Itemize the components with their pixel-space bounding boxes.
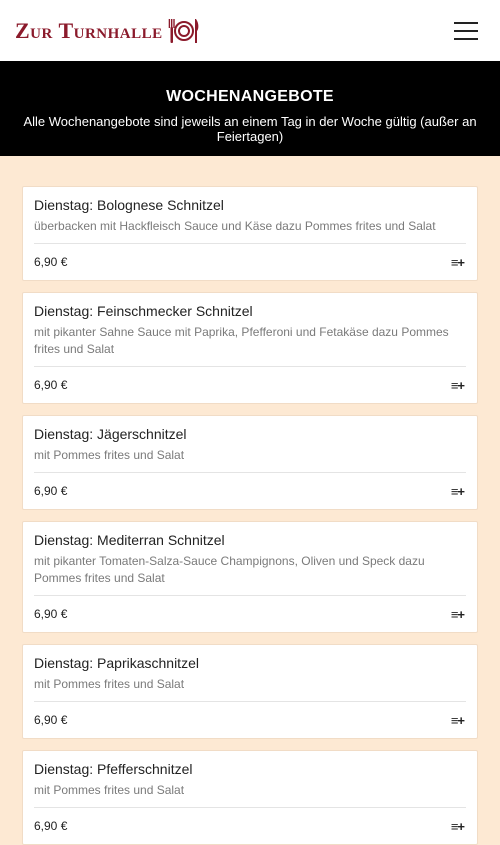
item-title: Dienstag: Paprikaschnitzel <box>34 655 199 671</box>
item-footer: 6,90 € ≡+ <box>34 473 466 509</box>
add-to-cart-icon[interactable]: ≡+ <box>451 713 466 728</box>
item-description: überbacken mit Hackfleisch Sauce und Käs… <box>34 218 466 244</box>
item-title: Dienstag: Pfefferschnitzel <box>34 761 193 777</box>
add-to-cart-icon[interactable]: ≡+ <box>451 378 466 393</box>
add-to-cart-icon[interactable]: ≡+ <box>451 819 466 834</box>
list-item: Dienstag: Mediterran Schnitzel mit pikan… <box>22 521 478 633</box>
site-header: Zur Turnhalle <box>0 0 500 61</box>
item-description: mit Pommes frites und Salat <box>34 782 466 808</box>
list-item: Dienstag: Pfefferschnitzel mit Pommes fr… <box>22 750 478 845</box>
item-title: Dienstag: Feinschmecker Schnitzel <box>34 303 253 319</box>
banner-title: WOCHENANGEBOTE <box>166 88 334 105</box>
item-description: mit Pommes frites und Salat <box>34 447 466 473</box>
hamburger-menu-icon[interactable] <box>454 21 478 40</box>
item-footer: 6,90 € ≡+ <box>34 702 466 738</box>
menu-line <box>454 37 478 40</box>
item-title: Dienstag: Mediterran Schnitzel <box>34 532 225 548</box>
item-price: 6,90 € <box>34 378 68 392</box>
list-item: Dienstag: Bolognese Schnitzel überbacken… <box>22 186 478 281</box>
menu-line <box>454 29 478 32</box>
item-price: 6,90 € <box>34 484 68 498</box>
item-description: mit Pommes frites und Salat <box>34 676 466 702</box>
item-description: mit pikanter Sahne Sauce mit Paprika, Pf… <box>34 324 466 367</box>
logo[interactable]: Zur Turnhalle <box>15 17 201 45</box>
add-to-cart-icon[interactable]: ≡+ <box>451 484 466 499</box>
logo-text: Zur Turnhalle <box>15 17 163 43</box>
list-item: Dienstag: Jägerschnitzel mit Pommes frit… <box>22 415 478 510</box>
item-title: Dienstag: Bolognese Schnitzel <box>34 197 224 213</box>
menu-line <box>454 21 478 24</box>
item-footer: 6,90 € ≡+ <box>34 367 466 403</box>
item-price: 6,90 € <box>34 607 68 621</box>
item-description: mit pikanter Tomaten-Salza-Sauce Champig… <box>34 553 466 596</box>
plate-fork-knife-icon <box>167 17 201 45</box>
item-price: 6,90 € <box>34 819 68 833</box>
item-price: 6,90 € <box>34 713 68 727</box>
item-footer: 6,90 € ≡+ <box>34 808 466 844</box>
item-price: 6,90 € <box>34 255 68 269</box>
item-title: Dienstag: Jägerschnitzel <box>34 426 187 442</box>
banner-subtitle: Alle Wochenangebote sind jeweils an eine… <box>23 114 477 144</box>
offers-banner: WOCHENANGEBOTE Alle Wochenangebote sind … <box>0 61 500 156</box>
item-footer: 6,90 € ≡+ <box>34 596 466 632</box>
list-item: Dienstag: Feinschmecker Schnitzel mit pi… <box>22 292 478 404</box>
add-to-cart-icon[interactable]: ≡+ <box>451 255 466 270</box>
item-footer: 6,90 € ≡+ <box>34 244 466 280</box>
add-to-cart-icon[interactable]: ≡+ <box>451 607 466 622</box>
menu-list: Dienstag: Bolognese Schnitzel überbacken… <box>0 156 500 845</box>
list-item: Dienstag: Paprikaschnitzel mit Pommes fr… <box>22 644 478 739</box>
